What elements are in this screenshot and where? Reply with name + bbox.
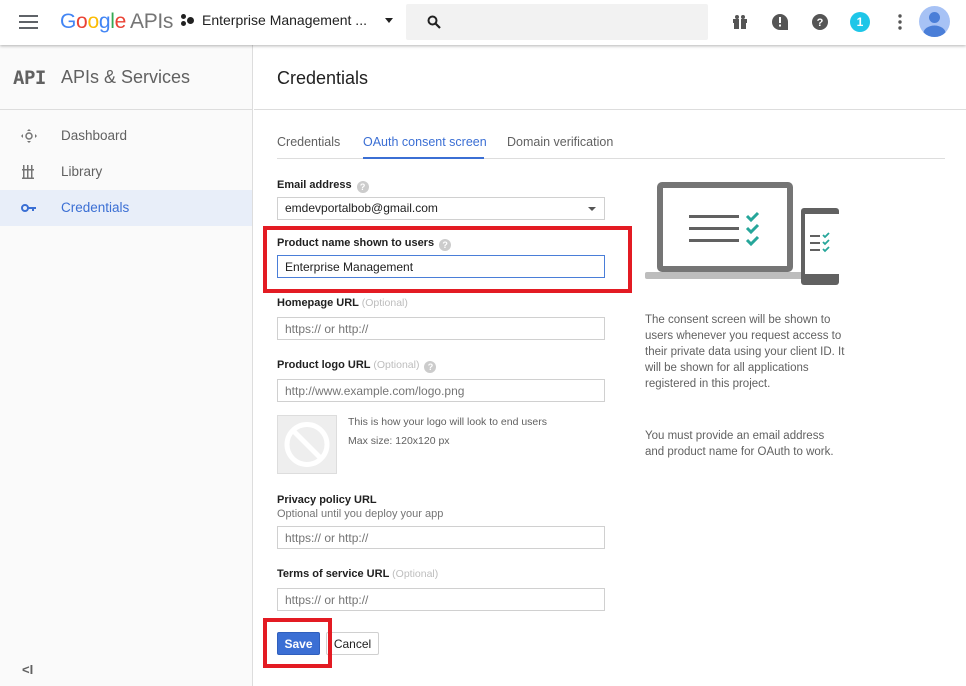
search-icon bbox=[427, 15, 441, 29]
sidebar-title: APIs & Services bbox=[61, 67, 191, 87]
logo-url-label: Product logo URL (Optional)? bbox=[277, 359, 437, 373]
tab-oauth-consent-screen[interactable]: OAuth consent screen bbox=[363, 135, 487, 149]
feedback-icon[interactable] bbox=[771, 13, 789, 31]
more-vert-icon[interactable] bbox=[891, 13, 909, 31]
terms-url-input[interactable] bbox=[277, 588, 605, 611]
tab-domain-verification[interactable]: Domain verification bbox=[507, 135, 613, 149]
svg-text:?: ? bbox=[817, 17, 824, 29]
sidebar-header: API APIs & Services bbox=[0, 45, 252, 110]
sidebar-item-dashboard[interactable]: Dashboard bbox=[0, 118, 252, 154]
search-bar[interactable] bbox=[406, 4, 708, 40]
logo-max-size: Max size: 120x120 px bbox=[348, 435, 450, 447]
notifications-badge[interactable]: 1 bbox=[850, 12, 870, 32]
project-icon bbox=[181, 13, 195, 27]
terms-label: Terms of service URL (Optional) bbox=[277, 568, 439, 580]
account-avatar[interactable] bbox=[919, 6, 950, 37]
gift-icon[interactable] bbox=[731, 13, 749, 31]
project-selector[interactable]: Enterprise Management ... bbox=[181, 12, 393, 28]
email-select[interactable]: emdevportalbob@gmail.com bbox=[277, 197, 605, 220]
product-name-label: Product name shown to users? bbox=[277, 237, 452, 251]
active-tab-indicator bbox=[363, 157, 484, 159]
page-title: Credentials bbox=[277, 68, 369, 88]
chevron-down-icon bbox=[588, 207, 596, 211]
consent-screen-illustration bbox=[645, 182, 839, 285]
sidebar: API APIs & Services Dashboard Library Cr… bbox=[0, 45, 253, 686]
logo-note: This is how your logo will look to end u… bbox=[348, 416, 548, 428]
logo-preview bbox=[277, 415, 337, 474]
library-icon bbox=[22, 165, 34, 179]
hamburger-menu-icon[interactable] bbox=[19, 15, 38, 29]
logo-url-input[interactable] bbox=[277, 379, 605, 402]
tab-credentials[interactable]: Credentials bbox=[277, 135, 340, 149]
key-icon bbox=[21, 204, 36, 212]
collapse-sidebar-button[interactable]: <I bbox=[22, 662, 33, 677]
save-button[interactable]: Save bbox=[277, 632, 320, 655]
help-icon[interactable]: ? bbox=[439, 239, 452, 251]
api-logo-icon: API bbox=[13, 67, 46, 89]
dashboard-icon bbox=[21, 129, 37, 143]
person-icon bbox=[923, 12, 946, 37]
main-content: Credentials Credentials OAuth consent sc… bbox=[254, 45, 966, 686]
consent-info-text: The consent screen will be shown to user… bbox=[645, 314, 845, 390]
consent-requirement-text: You must provide an email address and pr… bbox=[645, 430, 834, 458]
sidebar-item-credentials[interactable]: Credentials bbox=[0, 190, 252, 226]
tab-bar: Credentials OAuth consent screen Domain … bbox=[277, 133, 945, 159]
homepage-label: Homepage URL (Optional) bbox=[277, 297, 408, 309]
privacy-sublabel: Optional until you deploy your app bbox=[277, 508, 444, 520]
product-name-input[interactable] bbox=[277, 255, 605, 278]
homepage-url-input[interactable] bbox=[277, 317, 605, 340]
email-label: Email address? bbox=[277, 179, 369, 193]
help-icon[interactable]: ? bbox=[811, 13, 829, 31]
sidebar-item-library[interactable]: Library bbox=[0, 154, 252, 190]
privacy-url-input[interactable] bbox=[277, 526, 605, 549]
no-image-icon bbox=[284, 422, 330, 467]
privacy-label: Privacy policy URL bbox=[277, 494, 377, 506]
top-app-bar: Google APIs Enterprise Management ... ? 1 bbox=[0, 0, 966, 45]
page-header: Credentials bbox=[254, 45, 966, 110]
chevron-down-icon bbox=[384, 17, 393, 23]
cancel-button[interactable]: Cancel bbox=[326, 632, 379, 655]
google-apis-logo[interactable]: Google APIs bbox=[60, 10, 173, 34]
project-name: Enterprise Management ... bbox=[202, 12, 367, 28]
help-icon[interactable]: ? bbox=[424, 361, 437, 373]
help-icon[interactable]: ? bbox=[356, 181, 369, 193]
